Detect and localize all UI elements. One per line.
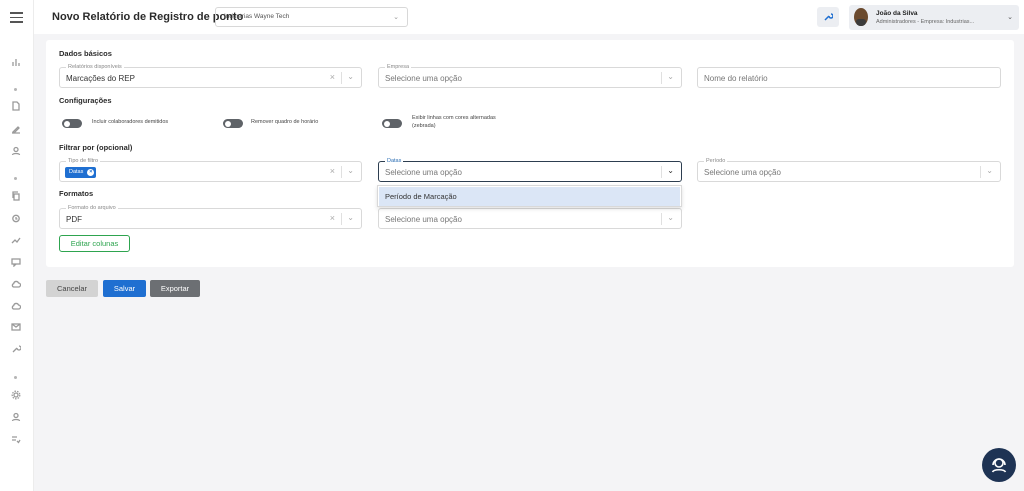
chevron-down-icon[interactable]: ⌄ [347,213,354,222]
toggle-zebra-rows[interactable] [382,119,402,128]
chevron-down-icon[interactable]: ⌄ [667,213,674,222]
user-role: Administradores - Empresa: Industrias... [876,19,975,25]
avatar [854,8,868,26]
period-select-placeholder: Selecione uma opção [704,168,781,177]
tools-button[interactable] [817,7,839,27]
edit-columns-button[interactable]: Editar colunas [59,235,130,252]
toggle-remove-schedule[interactable] [223,119,243,128]
file-format-value: PDF [66,215,82,224]
company-select-value: Industrias Wayne Tech [224,13,290,20]
menu-icon[interactable] [10,12,23,23]
divider [661,213,662,225]
clear-icon[interactable]: × [330,166,335,176]
cancel-button[interactable]: Cancelar [46,280,98,297]
user-menu[interactable]: João da Silva Administradores - Empresa:… [849,5,1019,30]
user-name: João da Silva [876,10,918,17]
secondary-format-select[interactable]: Selecione uma opção ⌄ [378,208,682,229]
support-agent-icon [991,458,1007,473]
dates-select[interactable]: Datas Selecione uma opção ⌄ [378,158,682,182]
divider [341,213,342,225]
toggle-include-dismissed[interactable] [62,119,82,128]
company-field-placeholder: Selecione uma opção [385,74,462,83]
toggle-remove-schedule-label: Remover quadro de horário [251,119,319,125]
toggle-zebra-rows-label: Exibir linhas com cores alternadas (zebra… [412,115,496,129]
support-button[interactable] [982,448,1016,482]
dates-select-label: Datas [385,158,404,165]
trend-icon[interactable] [8,233,24,247]
top-header: Novo Relatório de Registro de ponto Indu… [34,0,1024,34]
chevron-down-icon[interactable]: ⌄ [347,166,354,175]
reports-select[interactable]: Relatórios disponíveis Marcações do REP … [59,64,362,88]
gear-icon[interactable] [8,388,24,402]
report-name-input[interactable]: Nome do relatório [697,67,1001,88]
chevron-down-icon[interactable]: ⌄ [667,166,674,175]
divider [341,72,342,84]
company-field-label: Empresa [385,64,412,71]
divider [661,72,662,84]
divider [980,166,981,178]
list-check-icon[interactable] [8,432,24,446]
period-select[interactable]: Período Selecione uma opção ⌄ [697,158,1001,182]
dates-select-placeholder: Selecione uma opção [385,168,462,177]
cloud-upload-icon[interactable] [8,299,24,313]
alarm-icon[interactable] [8,211,24,225]
clear-icon[interactable]: × [330,72,335,82]
file-format-label: Formato do arquivo [66,205,118,212]
divider [341,166,342,178]
sidebar-dot [14,88,17,91]
section-filter-title: Filtrar por (opcional) [59,143,133,152]
wrench-icon [824,13,833,21]
period-select-label: Período [704,158,728,165]
company-select[interactable]: Industrias Wayne Tech ⌄ [215,7,408,27]
chevron-down-icon[interactable]: ⌄ [667,72,674,81]
export-button[interactable]: Exportar [150,280,200,297]
dashboard-icon[interactable] [8,55,24,69]
report-name-placeholder: Nome do relatório [704,74,768,83]
sidebar-dot [14,376,17,379]
user-icon[interactable] [8,144,24,158]
save-button[interactable]: Salvar [103,280,146,297]
mail-icon[interactable] [8,320,24,334]
wrench-icon[interactable] [8,342,24,356]
section-config-title: Configurações [59,96,112,105]
secondary-format-placeholder: Selecione uma opção [385,215,462,224]
file-format-select[interactable]: Formato do arquivo PDF × ⌄ [59,205,362,229]
filter-type-label: Tipo de filtro [66,158,101,165]
report-form-card: Dados básicos Relatórios disponíveis Mar… [46,40,1014,267]
copy-icon[interactable] [8,189,24,203]
sidebar [0,0,34,491]
chevron-down-icon: ⌄ [393,14,399,21]
reports-select-label: Relatórios disponíveis [66,64,124,71]
chip-remove-icon[interactable]: × [87,169,95,176]
dates-dropdown-menu: Período de Marcação [377,185,682,207]
company-field[interactable]: Empresa Selecione uma opção ⌄ [378,64,682,88]
section-basic-title: Dados básicos [59,49,112,58]
chat-icon[interactable] [8,255,24,269]
chevron-down-icon[interactable]: ⌄ [986,166,993,175]
pen-icon[interactable] [8,122,24,136]
chevron-down-icon: ⌄ [1007,14,1013,21]
toggle-include-dismissed-label: Incluir colaboradores demitidos [92,119,169,125]
sidebar-dot [14,177,17,180]
filter-type-select[interactable]: Tipo de filtro Datas × × ⌄ [59,158,362,182]
divider [661,166,662,178]
document-icon[interactable] [8,99,24,113]
cloud-icon[interactable] [8,277,24,291]
clear-icon[interactable]: × [330,213,335,223]
dropdown-option-period[interactable]: Período de Marcação [379,187,680,206]
users-icon[interactable] [8,410,24,424]
filter-chip-dates[interactable]: Datas × [65,167,97,178]
reports-select-value: Marcações do REP [66,74,135,83]
chevron-down-icon[interactable]: ⌄ [347,72,354,81]
section-formats-title: Formatos [59,189,94,198]
